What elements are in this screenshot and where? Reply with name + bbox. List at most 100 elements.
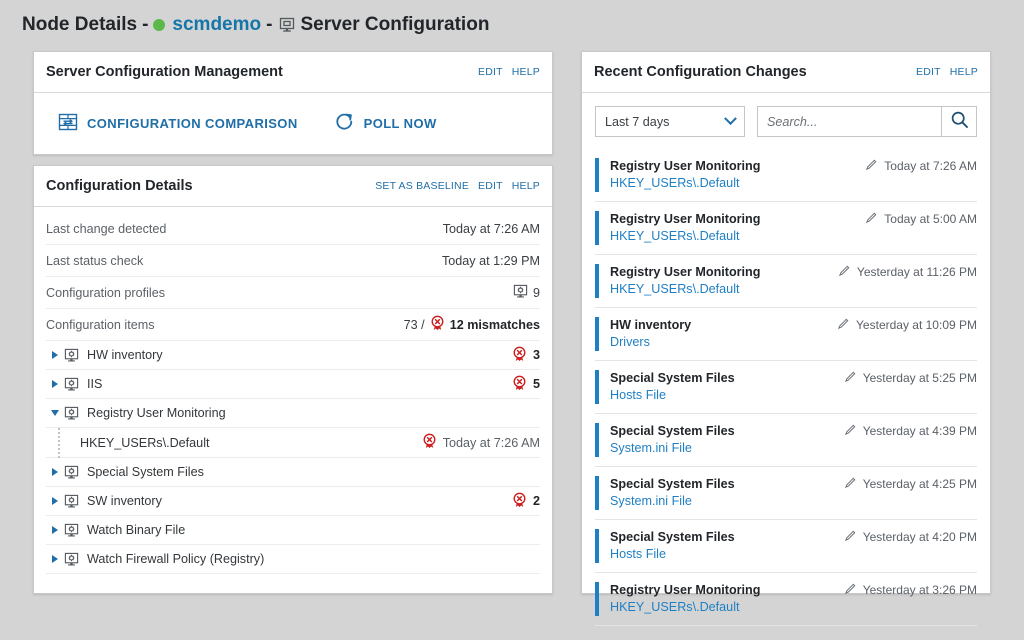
tree-guide-line bbox=[58, 428, 60, 458]
item-subtitle-link[interactable]: Hosts File bbox=[610, 547, 666, 561]
search-input[interactable] bbox=[757, 106, 941, 137]
item-header: Registry User Monitoring Today at 7:26 A… bbox=[610, 158, 977, 174]
scm-edit-link[interactable]: EDIT bbox=[478, 66, 503, 78]
tree-row[interactable]: Watch Firewall Policy (Registry) bbox=[46, 545, 540, 574]
item-header: Registry User Monitoring Today at 5:00 A… bbox=[610, 211, 977, 227]
pencil-icon bbox=[844, 423, 857, 439]
changes-edit-link[interactable]: EDIT bbox=[916, 66, 941, 78]
list-item[interactable]: Registry User Monitoring Today at 7:26 A… bbox=[595, 149, 977, 202]
item-meta: Yesterday at 11:26 PM bbox=[838, 264, 977, 280]
detail-value: Today at 1:29 PM bbox=[442, 254, 540, 268]
list-item[interactable]: Special System Files Yesterday at 4:20 P… bbox=[595, 520, 977, 573]
item-header: Special System Files Yesterday at 5:25 P… bbox=[610, 370, 977, 386]
tree-row-count: 3 bbox=[533, 348, 540, 362]
detail-value: 73 / 12 mismatches bbox=[404, 315, 540, 334]
item-accent-bar bbox=[595, 423, 599, 457]
item-time: Yesterday at 10:09 PM bbox=[856, 318, 977, 332]
item-body: Special System Files Yesterday at 4:20 P… bbox=[610, 529, 977, 563]
item-subtitle-link[interactable]: HKEY_USERs\.Default bbox=[610, 282, 740, 296]
chevron-right-icon[interactable] bbox=[46, 497, 64, 505]
details-panel-title: Configuration Details bbox=[46, 178, 193, 194]
tree-child-row[interactable]: HKEY_USERs\.Default Today at 7:26 AM bbox=[46, 428, 540, 458]
list-item[interactable]: HW inventory Yesterday at 10:09 PM Drive… bbox=[595, 308, 977, 361]
details-panel-actions: SET AS BASELINE EDIT HELP bbox=[375, 180, 540, 192]
detail-label: Last status check bbox=[46, 254, 143, 268]
item-time: Yesterday at 11:26 PM bbox=[857, 265, 977, 279]
list-item[interactable]: Registry User Monitoring Yesterday at 3:… bbox=[595, 573, 977, 626]
details-help-link[interactable]: HELP bbox=[512, 180, 540, 192]
item-title: Registry User Monitoring bbox=[610, 159, 760, 173]
tree-child-label: HKEY_USERs\.Default bbox=[80, 436, 210, 450]
tree-row-status: 5 bbox=[512, 375, 540, 394]
item-title: Special System Files bbox=[610, 477, 735, 491]
search-button[interactable] bbox=[941, 106, 977, 137]
tree-row[interactable]: IIS 5 bbox=[46, 370, 540, 399]
list-item[interactable]: Special System Files Yesterday at 5:25 P… bbox=[595, 361, 977, 414]
tree-row-label: Watch Binary File bbox=[87, 523, 185, 537]
item-header: Special System Files Yesterday at 4:39 P… bbox=[610, 423, 977, 439]
item-subtitle-link[interactable]: HKEY_USERs\.Default bbox=[610, 176, 740, 190]
server-configuration-management-panel: Server Configuration Management EDIT HEL… bbox=[33, 51, 553, 155]
pencil-icon bbox=[844, 529, 857, 545]
item-meta: Yesterday at 3:26 PM bbox=[844, 582, 977, 598]
changes-panel-actions: EDIT HELP bbox=[916, 66, 978, 78]
list-item[interactable]: Special System Files Yesterday at 4:25 P… bbox=[595, 467, 977, 520]
chevron-right-icon[interactable] bbox=[46, 351, 64, 359]
item-subtitle-link[interactable]: HKEY_USERs\.Default bbox=[610, 229, 740, 243]
item-meta: Yesterday at 4:39 PM bbox=[844, 423, 977, 439]
item-subtitle-link[interactable]: Drivers bbox=[610, 335, 650, 349]
item-subtitle-link[interactable]: System.ini File bbox=[610, 441, 692, 455]
item-subtitle-link[interactable]: Hosts File bbox=[610, 388, 666, 402]
set-as-baseline-link[interactable]: SET AS BASELINE bbox=[375, 180, 469, 192]
configuration-profiles-count[interactable]: 9 bbox=[533, 286, 540, 300]
chevron-right-icon[interactable] bbox=[46, 380, 64, 388]
changes-panel-title: Recent Configuration Changes bbox=[594, 64, 807, 80]
chevron-down-icon[interactable] bbox=[46, 410, 64, 416]
monitor-gear-icon bbox=[64, 494, 79, 509]
item-header: Special System Files Yesterday at 4:25 P… bbox=[610, 476, 977, 492]
changes-help-link[interactable]: HELP bbox=[950, 66, 978, 78]
configuration-items-count: 73 / bbox=[404, 318, 425, 332]
tree-row[interactable]: Watch Binary File bbox=[46, 516, 540, 545]
list-item[interactable]: Registry User Monitoring Yesterday at 11… bbox=[595, 255, 977, 308]
detail-row-configuration-profiles: Configuration profiles 9 bbox=[46, 277, 540, 309]
item-meta: Today at 5:00 AM bbox=[865, 211, 977, 227]
item-time: Yesterday at 3:26 PM bbox=[863, 583, 977, 597]
list-item[interactable]: Special System Files Yesterday at 4:39 P… bbox=[595, 414, 977, 467]
date-range-select[interactable]: Last 7 days bbox=[595, 106, 745, 137]
mismatch-count-label[interactable]: 12 mismatches bbox=[450, 318, 540, 332]
list-item[interactable]: Registry User Monitoring Today at 5:00 A… bbox=[595, 202, 977, 255]
tree-row[interactable]: Special System Files bbox=[46, 458, 540, 487]
changes-panel-header: Recent Configuration Changes EDIT HELP bbox=[582, 52, 990, 93]
date-range-value: Last 7 days bbox=[605, 115, 669, 129]
pencil-icon bbox=[837, 317, 850, 333]
item-time: Yesterday at 4:20 PM bbox=[863, 530, 977, 544]
monitor-gear-icon bbox=[64, 523, 79, 538]
search-group bbox=[757, 106, 977, 137]
scm-help-link[interactable]: HELP bbox=[512, 66, 540, 78]
item-time: Yesterday at 4:39 PM bbox=[863, 424, 977, 438]
tree-row[interactable]: HW inventory 3 bbox=[46, 341, 540, 370]
pencil-icon bbox=[844, 582, 857, 598]
item-accent-bar bbox=[595, 370, 599, 404]
tree-row-label: SW inventory bbox=[87, 494, 162, 508]
configuration-comparison-button[interactable]: CONFIGURATION COMPARISON bbox=[58, 112, 298, 135]
chevron-right-icon[interactable] bbox=[46, 526, 64, 534]
chevron-right-icon[interactable] bbox=[46, 555, 64, 563]
configuration-details-panel: Configuration Details SET AS BASELINE ED… bbox=[33, 165, 553, 594]
details-edit-link[interactable]: EDIT bbox=[478, 180, 503, 192]
node-name-link[interactable]: scmdemo bbox=[172, 14, 261, 36]
page-title-suffix: Server Configuration bbox=[300, 14, 489, 36]
tree-row[interactable]: SW inventory 2 bbox=[46, 487, 540, 516]
item-meta: Yesterday at 10:09 PM bbox=[837, 317, 977, 333]
mismatch-seal-icon bbox=[512, 346, 527, 365]
item-subtitle-link[interactable]: HKEY_USERs\.Default bbox=[610, 600, 740, 614]
tree-row-label: Registry User Monitoring bbox=[87, 406, 226, 420]
detail-value-text: Today at 1:29 PM bbox=[442, 254, 540, 268]
tree-child-time: Today at 7:26 AM bbox=[443, 436, 540, 450]
tree-row[interactable]: Registry User Monitoring bbox=[46, 399, 540, 428]
tree-row-status: 2 bbox=[512, 492, 540, 511]
item-subtitle-link[interactable]: System.ini File bbox=[610, 494, 692, 508]
chevron-right-icon[interactable] bbox=[46, 468, 64, 476]
poll-now-button[interactable]: POLL NOW bbox=[334, 111, 437, 135]
